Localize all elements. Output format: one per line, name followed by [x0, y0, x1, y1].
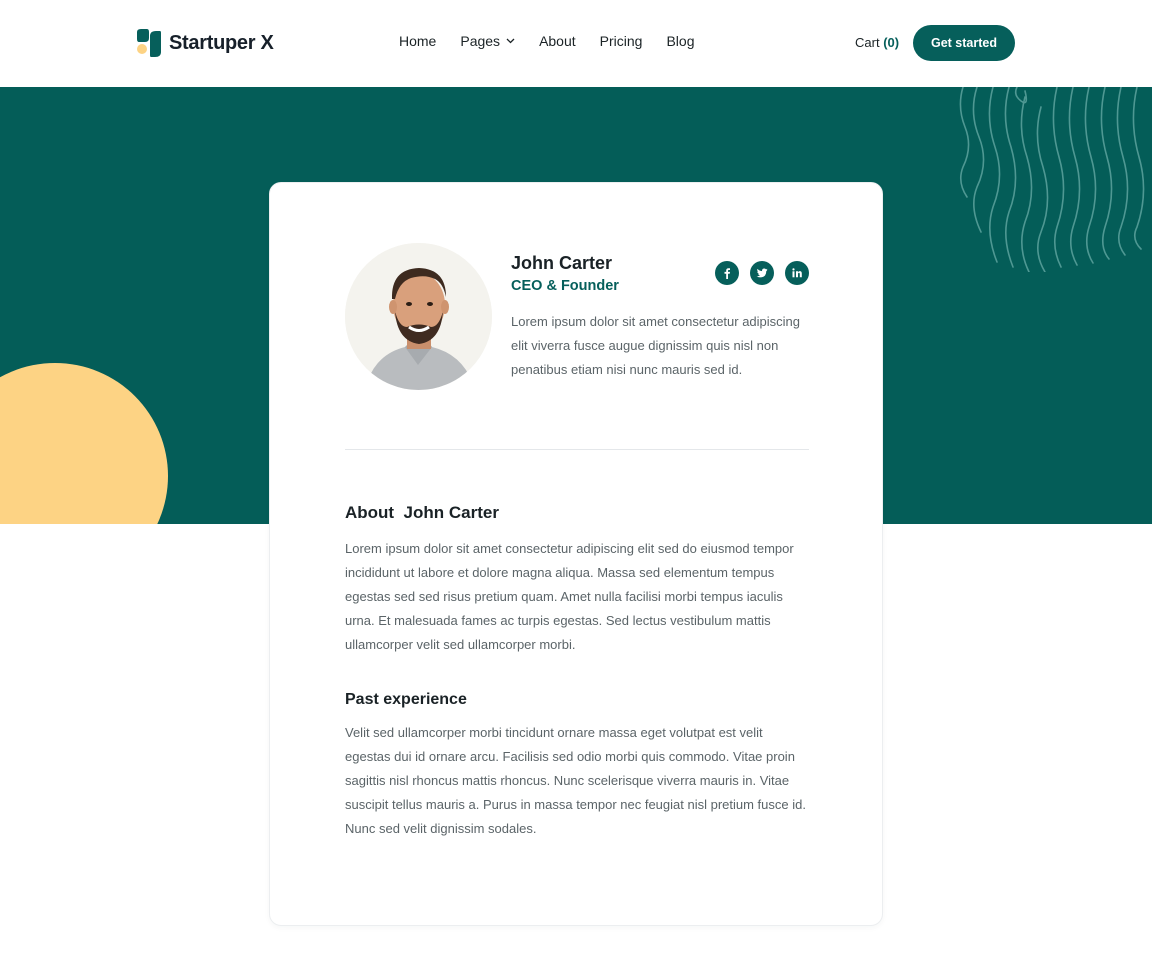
facebook-link[interactable]	[715, 261, 739, 285]
brand-name: Startuper X	[169, 31, 274, 54]
decorative-yellow-circle	[0, 363, 168, 524]
cart-link[interactable]: Cart (0)	[855, 35, 899, 50]
facebook-icon	[724, 268, 730, 279]
brand-logo[interactable]: Startuper X	[135, 28, 274, 58]
twitter-link[interactable]	[750, 261, 774, 285]
navbar: Startuper X Home Pages About Pricing Blo…	[0, 0, 1152, 87]
twitter-icon	[756, 268, 768, 278]
about-heading: About John Carter	[345, 503, 499, 522]
leaf-logo-icon	[137, 29, 161, 57]
profile-role: CEO & Founder	[511, 278, 619, 294]
cart-count: (0)	[883, 35, 900, 50]
profile-name: John Carter	[511, 253, 613, 273]
nav-blog[interactable]: Blog	[666, 33, 694, 49]
portrait-photo	[345, 243, 492, 390]
nav-pages-label: Pages	[460, 33, 501, 49]
about-text: Lorem ipsum dolor sit amet consectetur a…	[345, 541, 794, 652]
decorative-wave-lines	[959, 87, 1145, 272]
cart-label: Cart	[855, 35, 880, 50]
linkedin-icon	[792, 268, 802, 278]
nav-pages[interactable]: Pages	[460, 33, 515, 49]
main-nav: Home Pages About Pricing Blog	[399, 33, 694, 49]
nav-pricing[interactable]: Pricing	[600, 33, 643, 49]
profile-bio: Lorem ipsum dolor sit amet consectetur a…	[511, 314, 801, 377]
experience-heading: Past experience	[345, 691, 467, 708]
profile-card: John Carter CEO & Founder Lorem ipsum do…	[269, 182, 883, 926]
section-divider	[345, 449, 809, 450]
nav-home[interactable]: Home	[399, 33, 436, 49]
get-started-button[interactable]: Get started	[913, 25, 1015, 61]
nav-about[interactable]: About	[539, 33, 576, 49]
linkedin-link[interactable]	[785, 261, 809, 285]
chevron-down-icon	[506, 38, 515, 44]
experience-text: Velit sed ullamcorper morbi tincidunt or…	[345, 725, 806, 836]
profile-avatar	[345, 243, 492, 390]
social-links	[715, 261, 809, 285]
